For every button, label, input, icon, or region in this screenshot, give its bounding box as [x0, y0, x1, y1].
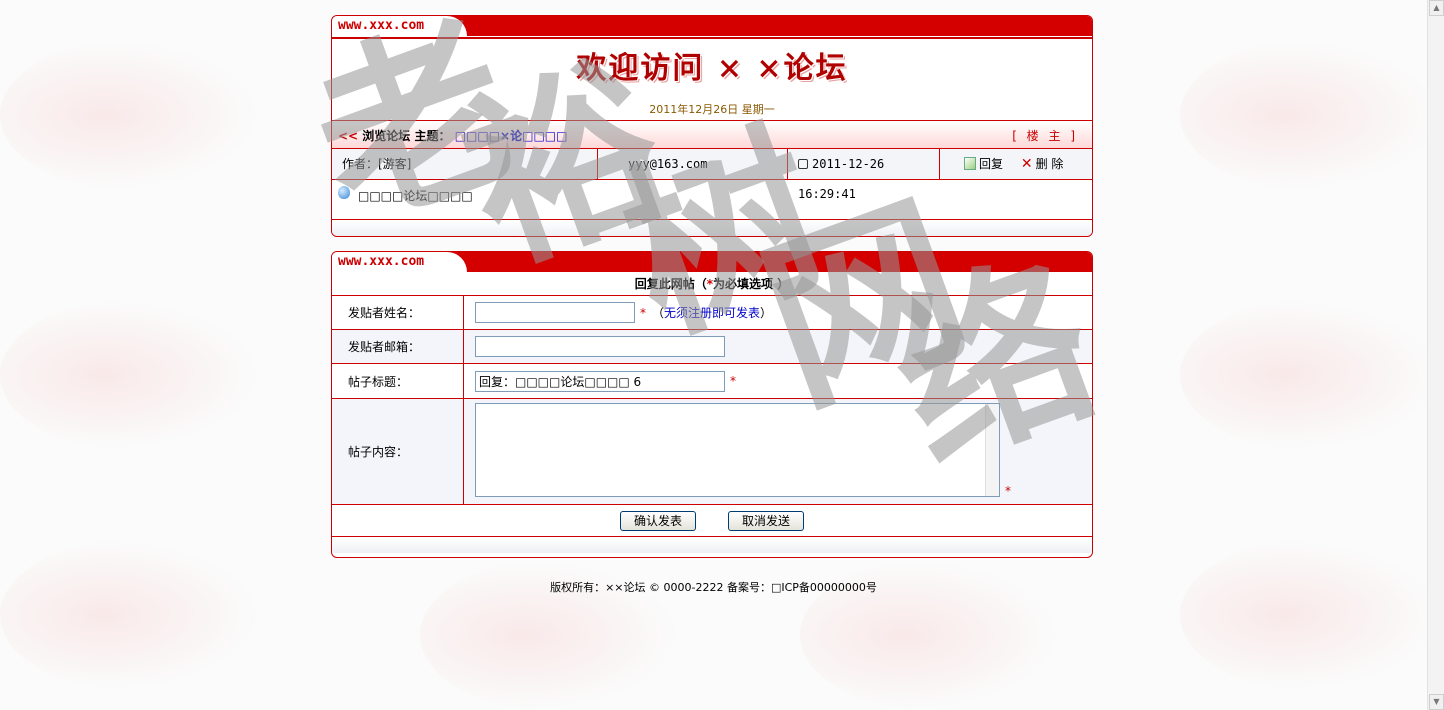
reply-icon: [964, 157, 976, 170]
forum-banner: 欢迎访问 × ×论坛 2011年12月26日 星期一: [332, 39, 1092, 121]
apple-icon: [338, 186, 350, 199]
back-arrows[interactable]: <<: [338, 129, 358, 143]
reply-button[interactable]: 回复: [964, 157, 1007, 171]
post-meta-row: 作者：[游客] yyy@163.com 2011-12-26 16:29:41 …: [332, 149, 1092, 201]
post-actions: 回复 ✕ 删 除: [940, 149, 1092, 179]
post-timestamp-cell: 2011-12-26 16:29:41: [788, 149, 940, 201]
post-content: □□□□论坛□□□□: [358, 189, 473, 203]
topic-subject-label: 主题：: [414, 129, 451, 143]
name-label: 发贴者姓名：: [332, 296, 464, 329]
required-mark: *: [1005, 484, 1011, 498]
title-row: 帖子标题： *: [332, 364, 1092, 399]
textarea-scrollbar[interactable]: [985, 404, 999, 496]
floor-label: [ 楼 主 ]: [1012, 129, 1078, 143]
name-field-cell: * （无须注册即可发表）: [464, 296, 1092, 329]
topic-bar: << 浏览论坛 主题： □□□□×论□□□□ [ 楼 主 ]: [332, 121, 1092, 149]
content-label: 帖子内容：: [332, 399, 464, 504]
page-scrollbar[interactable]: ▲ ▼: [1427, 0, 1444, 710]
site-label: www.xxx.com: [332, 252, 467, 272]
email-input[interactable]: [475, 336, 725, 357]
panel-header: www.xxx.com: [332, 16, 1092, 36]
background-pattern: [1180, 40, 1440, 190]
thread-panel: www.xxx.com 欢迎访问 × ×论坛 2011年12月26日 星期一 <…: [331, 15, 1093, 237]
topic-label-prefix: 浏览论坛: [362, 129, 411, 143]
reply-panel: www.xxx.com 回复此网帖（*为必填选项 ） 发贴者姓名： * （无须注…: [331, 251, 1093, 558]
panel-header: www.xxx.com: [332, 252, 1092, 272]
email-row: 发贴者邮箱：: [332, 330, 1092, 364]
background-pattern: [0, 540, 260, 690]
scroll-up-icon[interactable]: ▲: [1429, 0, 1444, 16]
clock-icon: [798, 159, 808, 169]
topic-subject: □□□□×论□□□□: [454, 129, 568, 143]
background-pattern: [0, 40, 260, 190]
forum-title: 欢迎访问 × ×论坛: [576, 51, 848, 86]
title-label: 帖子标题：: [332, 364, 464, 398]
required-mark: *: [640, 305, 646, 320]
title-field-cell: *: [464, 364, 1092, 398]
name-row: 发贴者姓名： * （无须注册即可发表）: [332, 296, 1092, 330]
background-pattern: [1180, 300, 1440, 450]
background-pattern: [0, 300, 260, 450]
post-email[interactable]: yyy@163.com: [598, 149, 788, 179]
reply-label: 回复: [979, 157, 1004, 171]
content-field-cell: *: [464, 399, 1092, 504]
post-body: □□□□论坛□□□□: [332, 180, 1092, 220]
content-textarea-wrap: [475, 403, 1000, 500]
submit-button[interactable]: 确认发表: [620, 510, 696, 531]
delete-button[interactable]: ✕ 删 除: [1020, 156, 1064, 172]
content-textarea[interactable]: [475, 403, 1000, 497]
copyright-footer: 版权所有：××论坛 © 0000-2222 备案号：□ICP备00000000号: [550, 581, 877, 594]
content-row: 帖子内容： *: [332, 399, 1092, 505]
background-pattern: [1180, 540, 1440, 690]
topic-title: << 浏览论坛 主题： □□□□×论□□□□: [338, 127, 567, 144]
heading-left: 回复此网帖（: [634, 277, 707, 291]
delete-label: 删 除: [1035, 157, 1064, 171]
reply-form-heading: 回复此网帖（*为必填选项 ）: [332, 272, 1092, 296]
panel-footer: [332, 220, 1092, 236]
scroll-down-icon[interactable]: ▼: [1429, 694, 1444, 710]
name-hint: （无须注册即可发表）: [652, 304, 772, 321]
heading-right: 为必填选项 ）: [713, 277, 790, 291]
delete-icon: ✕: [1020, 156, 1033, 172]
cancel-button[interactable]: 取消发送: [728, 510, 804, 531]
name-input[interactable]: [475, 302, 635, 323]
post-author: 作者：[游客]: [332, 149, 598, 179]
title-input[interactable]: [475, 370, 725, 392]
hint-suffix: ）: [760, 306, 773, 320]
email-label: 发贴者邮箱：: [332, 330, 464, 363]
form-buttons: 确认发表 取消发送: [332, 505, 1092, 537]
required-mark: *: [730, 374, 736, 388]
email-field-cell: [464, 330, 1092, 363]
panel-footer: [332, 537, 1092, 553]
current-date: 2011年12月26日 星期一: [649, 103, 775, 116]
site-label: www.xxx.com: [332, 16, 467, 36]
no-register-link[interactable]: 无须注册即可发表: [664, 306, 760, 320]
hint-prefix: （: [652, 306, 665, 320]
